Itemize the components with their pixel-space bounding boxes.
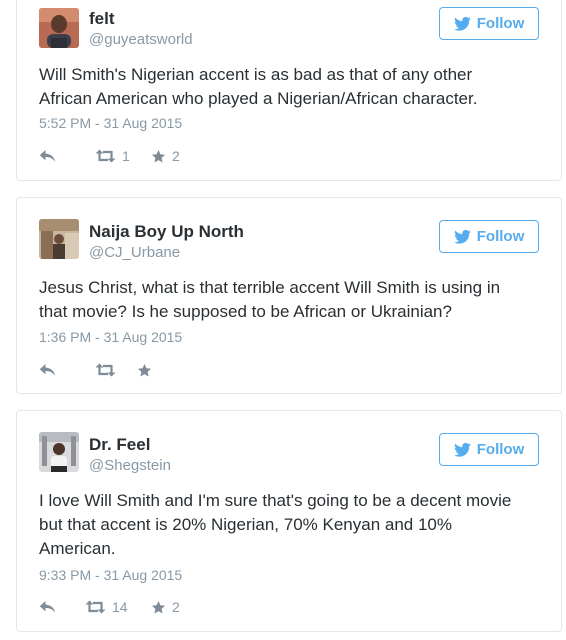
display-name[interactable]: Naija Boy Up North (89, 222, 244, 242)
follow-button[interactable]: Follow (439, 433, 539, 466)
display-name[interactable]: felt (89, 9, 115, 29)
retweet-button[interactable]: 14 (85, 599, 151, 615)
retweet-button[interactable] (95, 363, 137, 377)
reply-button[interactable] (39, 600, 85, 614)
retweet-icon (85, 600, 106, 614)
tweet-timestamp[interactable]: 1:36 PM - 31 Aug 2015 (39, 329, 182, 345)
favorite-count: 2 (172, 599, 180, 615)
tweet-actions: 14 2 (39, 597, 180, 617)
retweet-count: 1 (122, 148, 130, 164)
tweet-timestamp[interactable]: 5:52 PM - 31 Aug 2015 (39, 115, 182, 131)
user-handle[interactable]: @guyeatsworld (89, 31, 193, 48)
reply-icon (39, 600, 56, 614)
tweet-text: Jesus Christ, what is that terrible acce… (39, 278, 501, 321)
tweet-actions (39, 360, 158, 380)
user-handle[interactable]: @Shegstein (89, 457, 171, 474)
retweet-count: 14 (112, 599, 128, 615)
reply-button[interactable] (39, 363, 95, 377)
tweet-card: Naija Boy Up North @CJ_Urbane Follow Jes… (16, 197, 562, 394)
avatar[interactable] (39, 8, 79, 48)
favorite-button[interactable]: 2 (151, 599, 180, 615)
star-icon (151, 149, 166, 164)
tweet-text: I love Will Smith and I'm sure that's go… (39, 491, 512, 558)
follow-label: Follow (476, 15, 525, 32)
tweet-card: felt @guyeatsworld Follow Will Smith's N… (16, 0, 562, 181)
twitter-bird-icon (453, 16, 471, 31)
retweet-button[interactable]: 1 (95, 148, 151, 164)
favorite-count: 2 (172, 148, 180, 164)
avatar[interactable] (39, 432, 79, 472)
tweet-text: Will Smith's Nigerian accent is as bad a… (39, 65, 478, 108)
retweet-icon (95, 149, 116, 163)
tweet-timestamp[interactable]: 9:33 PM - 31 Aug 2015 (39, 567, 182, 583)
retweet-icon (95, 363, 116, 377)
favorite-button[interactable]: 2 (151, 148, 180, 164)
favorite-button[interactable] (137, 363, 158, 378)
twitter-bird-icon (453, 229, 471, 244)
reply-icon (39, 149, 56, 163)
user-handle[interactable]: @CJ_Urbane (89, 244, 180, 261)
display-name[interactable]: Dr. Feel (89, 435, 150, 455)
follow-button[interactable]: Follow (439, 7, 539, 40)
reply-button[interactable] (39, 149, 95, 163)
follow-label: Follow (476, 228, 525, 245)
twitter-bird-icon (453, 442, 471, 457)
follow-button[interactable]: Follow (439, 220, 539, 253)
tweet-actions: 1 2 (39, 146, 180, 166)
reply-icon (39, 363, 56, 377)
tweet-card: Dr. Feel @Shegstein Follow I love Will S… (16, 410, 562, 632)
avatar[interactable] (39, 219, 79, 259)
star-icon (137, 363, 152, 378)
star-icon (151, 600, 166, 615)
follow-label: Follow (476, 441, 525, 458)
